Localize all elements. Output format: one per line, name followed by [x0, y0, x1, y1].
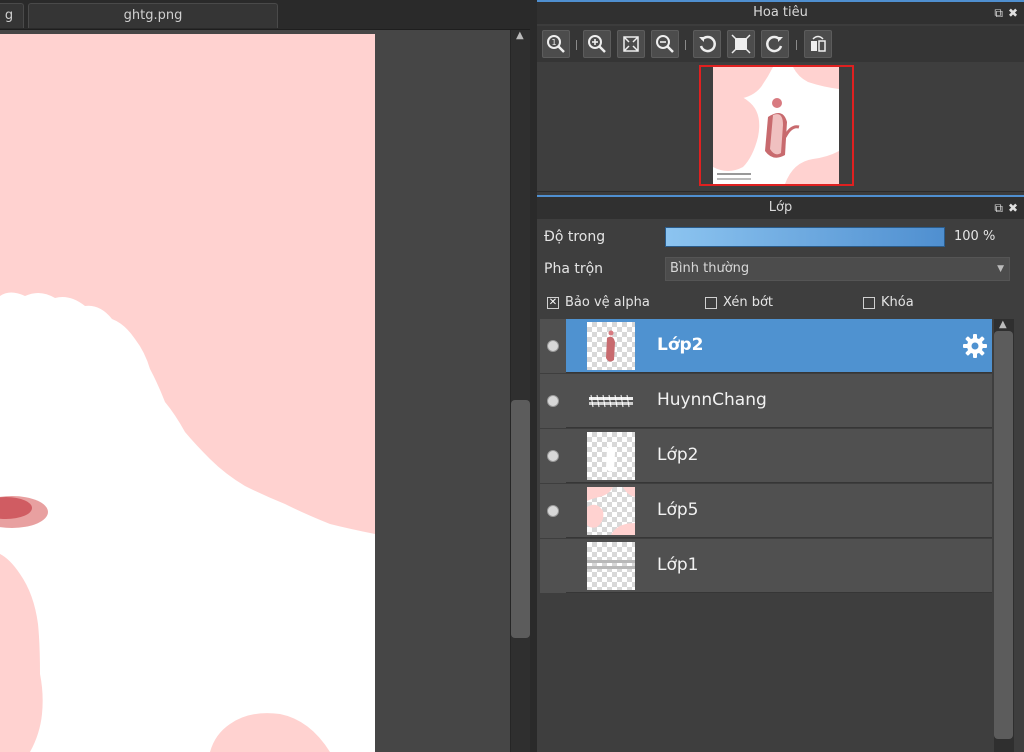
- layer-visibility-toggle[interactable]: [540, 429, 566, 483]
- checkbox-label: Khóa: [881, 295, 914, 310]
- opacity-slider[interactable]: [665, 227, 945, 247]
- layer-row-lop2-selected[interactable]: Lớp2: [540, 319, 992, 373]
- tab-label: g: [4, 8, 14, 23]
- layer-row-lop5[interactable]: Lớp5: [540, 484, 992, 538]
- canvas-viewport[interactable]: [0, 30, 510, 752]
- layer-row-huynnchang[interactable]: HuynnChang: [540, 374, 992, 428]
- layer-visibility-toggle[interactable]: [540, 539, 566, 593]
- layer-name: HuynnChang: [657, 390, 767, 410]
- fit-screen-icon[interactable]: [617, 30, 645, 58]
- layer-name: Lớp2: [657, 445, 699, 465]
- checkbox-unchecked-icon: [705, 296, 717, 309]
- eye-icon: [547, 395, 559, 407]
- layers-panel-controls: ⧉ ✖: [989, 197, 1018, 219]
- layer-row-lop2[interactable]: Lớp2: [540, 429, 992, 483]
- app-window: g ghtg.png ▲ Hoa tiêu ⧉ ✖ 1 Lớp ⧉ ✖ Độ t…: [0, 0, 1024, 752]
- navigator-panel-header: Hoa tiêu ⧉ ✖: [537, 0, 1024, 24]
- scroll-up-arrow-icon[interactable]: ▲: [516, 30, 524, 41]
- layer-name: Lớp1: [657, 555, 699, 575]
- undock-icon[interactable]: ⧉: [994, 201, 1003, 215]
- opacity-value: 100 %: [954, 229, 996, 244]
- navigator-thumbnail: [713, 67, 839, 184]
- navigator-toolbar: 1: [537, 26, 1024, 62]
- scroll-up-arrow-icon[interactable]: ▲: [999, 319, 1007, 330]
- blend-mode-select[interactable]: Bình thường ▼: [665, 257, 1010, 281]
- layer-visibility-toggle[interactable]: [540, 319, 566, 373]
- panel-splitter[interactable]: [530, 0, 537, 752]
- flip-horizontal-icon[interactable]: [804, 30, 832, 58]
- checkbox-label: Xén bớt: [723, 295, 773, 310]
- canvas-artwork: [0, 34, 375, 752]
- layers-panel: Độ trong 100 % Pha trộn Bình thường ▼ ✕ …: [537, 219, 1024, 752]
- zoom-in-icon[interactable]: [583, 30, 611, 58]
- eye-icon: [547, 450, 559, 462]
- lock-checkbox[interactable]: Khóa: [863, 295, 914, 310]
- zoom-out-icon[interactable]: [651, 30, 679, 58]
- layers-vertical-scrollbar[interactable]: ▲: [994, 319, 1014, 752]
- close-icon[interactable]: ✖: [1008, 6, 1018, 20]
- protect-alpha-checkbox[interactable]: ✕ Bảo vệ alpha: [547, 295, 650, 310]
- layer-thumbnail: [587, 322, 635, 370]
- layer-row-lop1[interactable]: Lớp1: [540, 539, 992, 593]
- rotate-left-icon[interactable]: [693, 30, 721, 58]
- navigator-preview[interactable]: [537, 62, 1024, 192]
- tab-label: ghtg.png: [123, 8, 183, 23]
- tab-ghtg-png[interactable]: ghtg.png: [28, 3, 278, 28]
- layer-name: Lớp2: [657, 335, 704, 355]
- navigator-panel-controls: ⧉ ✖: [989, 2, 1018, 24]
- reset-view-icon[interactable]: [727, 30, 755, 58]
- scrollbar-thumb[interactable]: [511, 400, 530, 638]
- layers-panel-header: Lớp ⧉ ✖: [537, 195, 1024, 219]
- svg-text:1: 1: [551, 38, 556, 47]
- chevron-down-icon: ▼: [997, 264, 1004, 274]
- navigator-view-frame[interactable]: [699, 65, 854, 186]
- layer-visibility-toggle[interactable]: [540, 484, 566, 538]
- gear-icon[interactable]: [962, 333, 988, 363]
- checkbox-unchecked-icon: [863, 296, 875, 309]
- tab-previous-document[interactable]: g: [0, 3, 24, 28]
- undock-icon[interactable]: ⧉: [994, 6, 1003, 20]
- rotate-right-icon[interactable]: [761, 30, 789, 58]
- layer-list: Lớp2 HuynnChang Lớp2 Lớp5 Lớp1: [540, 319, 992, 593]
- opacity-label: Độ trong: [544, 229, 606, 245]
- layer-thumbnail: [587, 377, 635, 425]
- blend-mode-label: Pha trộn: [544, 261, 604, 277]
- blend-mode-value: Bình thường: [670, 261, 750, 276]
- zoom-actual-icon[interactable]: 1: [542, 30, 570, 58]
- drawing-canvas[interactable]: [0, 34, 375, 752]
- document-tab-bar: g ghtg.png: [0, 0, 530, 30]
- canvas-vertical-scrollbar[interactable]: ▲: [510, 30, 530, 752]
- scrollbar-thumb[interactable]: [994, 331, 1013, 739]
- navigator-title: Hoa tiêu: [753, 5, 808, 20]
- checkbox-label: Bảo vệ alpha: [565, 295, 650, 310]
- layer-thumbnail: [587, 542, 635, 590]
- layer-thumbnail: [587, 487, 635, 535]
- layer-name: Lớp5: [657, 500, 699, 520]
- clipping-checkbox[interactable]: Xén bớt: [705, 295, 773, 310]
- layer-thumbnail: [587, 432, 635, 480]
- layer-visibility-toggle[interactable]: [540, 374, 566, 428]
- close-icon[interactable]: ✖: [1008, 201, 1018, 215]
- checkbox-checked-icon: ✕: [547, 296, 559, 309]
- layers-title: Lớp: [768, 200, 793, 215]
- eye-icon: [547, 340, 559, 352]
- eye-icon: [547, 505, 559, 517]
